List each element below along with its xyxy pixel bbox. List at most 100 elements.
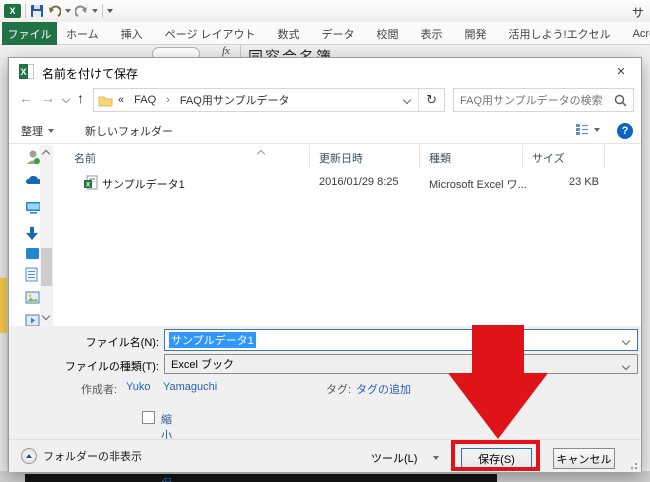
recent-locations-chevron[interactable] — [61, 94, 71, 104]
close-button[interactable]: × — [607, 60, 635, 82]
svg-text:X: X — [20, 67, 26, 77]
organize-label: 整理 — [21, 126, 43, 138]
file-type-value: Excel ブック — [171, 359, 234, 371]
cancel-button[interactable]: キャンセル — [553, 448, 615, 469]
breadcrumb-separator: › — [166, 94, 170, 106]
tab-data[interactable]: データ — [322, 26, 355, 42]
save-thumbnail-checkbox[interactable] — [142, 411, 155, 424]
tools-label: ツール(L) — [371, 453, 418, 465]
formula-bar-row: fx 同窓会名簿 — [0, 45, 650, 57]
author-first-link[interactable]: Yuko — [126, 381, 150, 393]
search-input[interactable]: FAQ用サンプルデータの検索 — [453, 88, 634, 112]
downloads-icon[interactable] — [25, 226, 41, 242]
tab-developer[interactable]: 開発 — [465, 26, 487, 42]
dialog-title: 名前を付けて保存 — [42, 67, 139, 81]
name-box[interactable] — [152, 47, 200, 57]
search-placeholder: FAQ用サンプルデータの検索 — [460, 95, 603, 107]
column-header-modified[interactable]: 更新日時 — [319, 150, 363, 166]
tab-insert[interactable]: 挿入 — [121, 26, 143, 42]
column-header-type[interactable]: 種類 — [429, 150, 451, 166]
hide-folders-button[interactable]: フォルダーの非表示 — [21, 448, 142, 464]
tab-file[interactable]: ファイル — [2, 22, 57, 45]
onedrive-icon[interactable] — [25, 174, 41, 190]
address-dropdown-chevron[interactable] — [402, 95, 412, 105]
column-divider[interactable] — [309, 145, 310, 169]
tab-review[interactable]: 校閲 — [377, 26, 399, 42]
tab-page-layout[interactable]: ページ レイアウト — [165, 26, 256, 42]
address-bar[interactable]: « FAQ › FAQ用サンプルデータ ↻ — [93, 88, 445, 112]
breadcrumb-laquo: « — [118, 94, 125, 106]
new-folder-label: 新しいフォルダー — [85, 126, 173, 138]
collapse-icon — [21, 448, 37, 464]
documents-icon[interactable] — [25, 267, 41, 283]
help-button[interactable]: ? — [617, 123, 633, 139]
svg-text:X: X — [86, 182, 91, 189]
save-icon[interactable] — [30, 4, 44, 18]
desktop-icon[interactable] — [25, 247, 41, 263]
column-divider[interactable] — [604, 145, 605, 169]
file-browser-area: 名前 更新日時 種類 サイズ X サンプルデータ1 2016/01/29 8:2… — [9, 145, 641, 327]
add-tag-link[interactable]: タグの追加 — [356, 381, 411, 397]
tab-acrobat[interactable]: Acrobat — [633, 28, 650, 40]
new-folder-button[interactable]: 新しいフォルダー — [85, 123, 173, 139]
file-name: サンプルデータ1 — [102, 179, 185, 191]
separator — [240, 45, 241, 57]
metadata-row: 作成者: Yuko Yamaguchi タグ: タグの追加 — [9, 381, 641, 397]
taskbar-strip — [25, 474, 497, 482]
file-name-dropdown-chevron[interactable] — [621, 336, 631, 346]
file-type-label: ファイルの種類(T): — [64, 361, 159, 373]
screenshot-canvas: X サ ファイル ホーム 挿入 ページ レイアウト 数式 データ 校閲 表示 開… — [0, 0, 650, 482]
up-button[interactable]: ↑ — [77, 90, 84, 106]
excel-title-bar: X サ — [0, 0, 650, 22]
tab-custom-excel[interactable]: 活用しよう!エクセル — [509, 26, 611, 42]
forward-button[interactable]: → — [41, 90, 55, 106]
tab-home[interactable]: ホーム — [66, 26, 99, 42]
navpane-scrollbar[interactable] — [40, 145, 53, 326]
change-view-button[interactable] — [575, 123, 600, 136]
breadcrumb-current-folder[interactable]: FAQ用サンプルデータ — [175, 92, 295, 108]
undo-icon[interactable] — [48, 5, 61, 18]
window-title-partial: サ — [631, 6, 644, 20]
tools-button[interactable]: ツール(L) — [371, 450, 440, 466]
column-divider[interactable] — [419, 145, 420, 169]
worksheet-left-edge — [0, 57, 8, 471]
file-row[interactable]: X サンプルデータ1 2016/01/29 8:25 Microsoft Exc… — [53, 172, 641, 194]
column-header-name[interactable]: 名前 — [74, 150, 96, 166]
file-modified: 2016/01/29 8:25 — [319, 176, 399, 188]
author-last-link[interactable]: Yamaguchi — [163, 381, 217, 393]
refresh-button[interactable]: ↻ — [419, 92, 444, 108]
back-button[interactable]: ← — [19, 90, 33, 106]
file-type: Microsoft Excel ワ... — [429, 179, 527, 191]
view-caret-icon — [594, 127, 600, 132]
tab-formulas[interactable]: 数式 — [278, 26, 300, 42]
file-name-input[interactable]: サンプルデータ1 — [164, 329, 638, 351]
pictures-icon[interactable] — [25, 291, 41, 307]
resize-grip[interactable] — [629, 461, 637, 469]
redo-icon[interactable] — [75, 5, 88, 18]
column-divider[interactable] — [522, 145, 523, 169]
save-button[interactable]: 保存(S) — [461, 448, 532, 469]
scroll-up-icon[interactable] — [41, 149, 51, 159]
list-view-icon — [576, 124, 588, 135]
customize-qat-caret[interactable] — [107, 9, 113, 13]
file-type-select[interactable]: Excel ブック — [164, 354, 638, 374]
tags-label: タグ: — [326, 384, 352, 396]
tools-caret-icon — [433, 456, 440, 460]
excel-app-icon: X — [4, 4, 21, 18]
this-pc-icon[interactable] — [25, 201, 41, 217]
file-name-label: ファイル名(N): — [85, 337, 159, 349]
undo-dropdown-caret[interactable] — [65, 9, 71, 13]
dialog-title-bar[interactable]: X 名前を付けて保存 × — [9, 58, 641, 85]
fx-icon: fx — [222, 45, 230, 57]
authors-label: 作成者: — [81, 384, 118, 396]
excel-file-icon: X — [84, 175, 98, 190]
breadcrumb-faq[interactable]: FAQ — [129, 94, 161, 106]
scroll-down-icon[interactable] — [41, 311, 51, 321]
column-header-size[interactable]: サイズ — [532, 150, 565, 166]
user-profile-icon[interactable] — [25, 149, 41, 165]
tab-view[interactable]: 表示 — [421, 26, 443, 42]
separator — [25, 4, 26, 18]
redo-dropdown-caret[interactable] — [92, 9, 98, 13]
scrollbar-thumb[interactable] — [41, 248, 52, 286]
organize-button[interactable]: 整理 — [21, 123, 54, 139]
